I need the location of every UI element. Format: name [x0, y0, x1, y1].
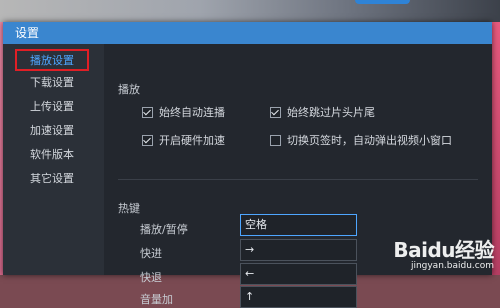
sidebar-item-acceleration[interactable]: 加速设置	[15, 121, 89, 143]
hotkey-input-forward[interactable]: →	[240, 239, 357, 261]
sidebar-item-playback[interactable]: 播放设置	[15, 49, 89, 71]
sidebar-item-version[interactable]: 软件版本	[15, 145, 89, 167]
checkbox-checked-icon[interactable]	[142, 134, 153, 146]
sidebar-item-upload[interactable]: 上传设置	[15, 97, 89, 119]
option-hardware-acceleration[interactable]: 开启硬件加速	[142, 132, 225, 148]
watermark-logo: Baidu经验	[393, 238, 494, 262]
hotkey-input-play-pause[interactable]: 空格	[240, 214, 357, 236]
checkbox-checked-icon[interactable]	[270, 106, 281, 118]
hotkey-input-volume-up[interactable]: ↑	[240, 286, 357, 308]
option-auto-play[interactable]: 始终自动连播	[142, 104, 225, 120]
sidebar-item-other[interactable]: 其它设置	[15, 169, 89, 191]
sidebar-item-download[interactable]: 下载设置	[15, 73, 89, 95]
option-label: 切换页签时，自动弹出视频小窗口	[287, 134, 452, 147]
hotkey-label-rewind: 快退	[140, 271, 162, 284]
playback-section-title: 播放	[118, 83, 140, 96]
section-divider	[118, 179, 478, 180]
option-popout-mini-window[interactable]: 切换页签时，自动弹出视频小窗口	[270, 132, 452, 148]
baidu-jingyan-watermark: Baidu经验 jingyan.baidu.com	[393, 234, 494, 271]
checkbox-checked-icon[interactable]	[142, 106, 153, 118]
hotkey-label-play-pause: 播放/暂停	[140, 223, 188, 236]
option-label: 始终跳过片头片尾	[287, 106, 375, 119]
hotkey-input-rewind[interactable]: ←	[240, 263, 357, 285]
hotkey-label-forward: 快进	[140, 247, 162, 260]
option-skip-intro-outro[interactable]: 始终跳过片头片尾	[270, 104, 375, 120]
hotkey-label-volume-up: 音量加	[140, 293, 173, 306]
dialog-title: 设置	[3, 22, 492, 44]
background-top-bar	[0, 0, 500, 22]
checkbox-unchecked-icon[interactable]	[270, 134, 281, 146]
option-label: 始终自动连播	[159, 106, 225, 119]
option-label: 开启硬件加速	[159, 134, 225, 147]
settings-sidebar: 播放设置 下载设置 上传设置 加速设置 软件版本 其它设置	[3, 44, 104, 275]
background-blue-button	[355, 0, 410, 4]
hotkeys-section-title: 热键	[118, 202, 140, 215]
